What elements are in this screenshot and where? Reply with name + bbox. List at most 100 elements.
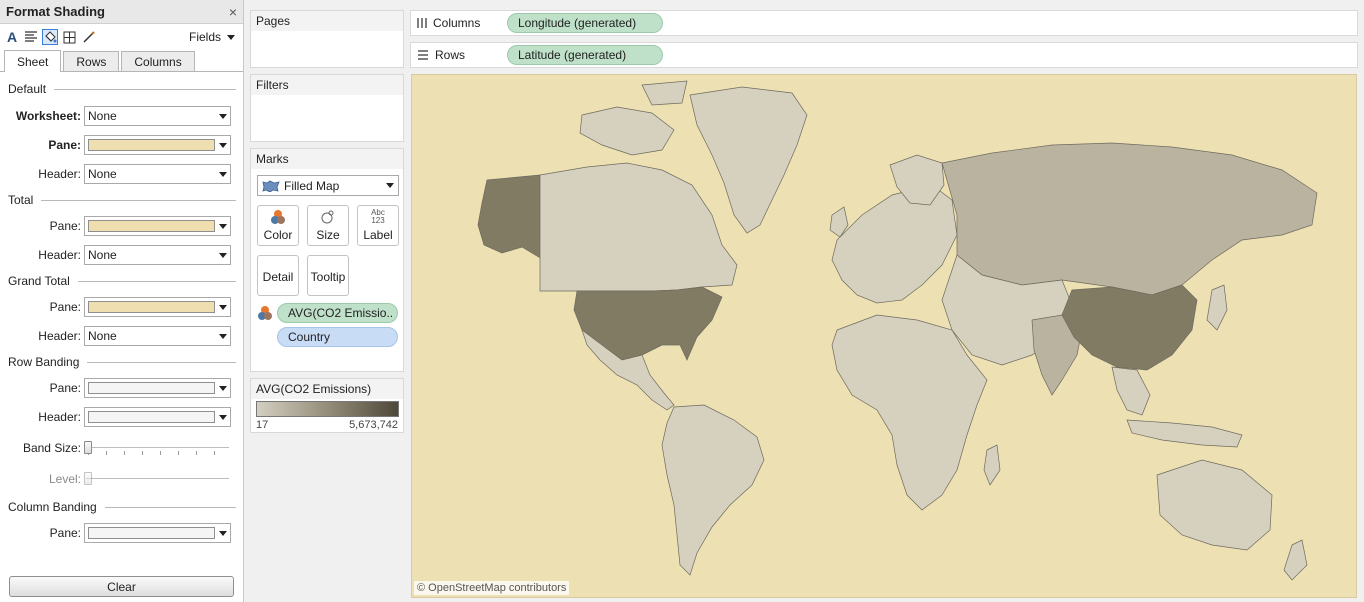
pages-shelf[interactable]: Pages <box>250 10 404 68</box>
row-band-size: Band Size: <box>0 437 244 459</box>
row-grand-header: Header: None <box>0 325 244 347</box>
map-region-china[interactable] <box>1061 284 1198 371</box>
header-label: Header: <box>38 167 81 181</box>
map-region-arctic-islands[interactable] <box>641 80 688 106</box>
band-size-label: Band Size: <box>22 441 81 455</box>
row-banding-pane-dropdown[interactable] <box>84 378 231 398</box>
chevron-down-icon <box>219 414 227 420</box>
label-button[interactable]: Abc 123 Label <box>357 205 399 246</box>
worksheet-dropdown[interactable]: None <box>84 106 231 126</box>
slider-handle[interactable] <box>84 441 92 454</box>
worksheet-value: None <box>88 109 117 123</box>
map-region-arctic-islands[interactable] <box>579 106 675 156</box>
alignment-format-icon[interactable] <box>23 29 39 45</box>
rows-shelf[interactable]: Rows Latitude (generated) <box>410 42 1358 68</box>
label-icon: Abc 123 <box>371 208 385 225</box>
chevron-down-icon <box>219 113 227 119</box>
columns-shelf[interactable]: Columns Longitude (generated) <box>410 10 1358 36</box>
tooltip-button[interactable]: Tooltip <box>307 255 349 296</box>
level-label: Level: <box>48 472 81 486</box>
tooltip-label: Tooltip <box>310 270 346 284</box>
filters-shelf[interactable]: Filters <box>250 74 404 142</box>
fields-dropdown[interactable]: Fields <box>189 30 239 44</box>
close-icon[interactable]: × <box>229 4 237 20</box>
map-region-europe[interactable] <box>831 184 958 304</box>
world-map[interactable] <box>412 75 1357 598</box>
section-column-banding-label: Column Banding <box>8 500 97 514</box>
total-header-dropdown[interactable]: None <box>84 245 231 265</box>
columns-icon <box>417 18 427 28</box>
map-view[interactable]: © OpenStreetMap contributors <box>411 74 1357 598</box>
filled-map-icon <box>262 180 280 192</box>
section-total-label: Total <box>8 193 34 207</box>
columns-label-text: Columns <box>433 16 481 30</box>
color-button[interactable]: Color <box>257 205 299 246</box>
row-banding-pane: Pane: <box>0 377 244 399</box>
color-encoding-icon <box>258 306 272 320</box>
level-slider <box>84 469 231 489</box>
row-column-banding-pane: Pane: <box>0 522 244 544</box>
header-value: None <box>88 248 117 262</box>
legend-max: 5,673,742 <box>349 419 398 431</box>
map-region-canada[interactable] <box>539 162 738 292</box>
row-level: Level: <box>0 468 244 490</box>
total-pane-color-dropdown[interactable] <box>84 216 231 236</box>
slider-track <box>86 478 229 479</box>
shading-format-icon[interactable] <box>42 29 58 45</box>
slider-handle <box>84 472 92 485</box>
header-label: Header: <box>38 410 81 424</box>
detail-field-pill[interactable]: Country <box>277 327 398 347</box>
default-header-dropdown[interactable]: None <box>84 164 231 184</box>
row-grand-pane: Pane: <box>0 296 244 318</box>
grand-total-pane-color-dropdown[interactable] <box>84 297 231 317</box>
lines-format-icon[interactable] <box>80 29 96 45</box>
panel-titlebar: Format Shading × <box>0 0 243 24</box>
map-region-new-zealand[interactable] <box>1283 539 1308 581</box>
section-default: Default <box>0 78 244 100</box>
latitude-pill[interactable]: Latitude (generated) <box>507 45 663 65</box>
map-region-japan[interactable] <box>1206 284 1228 331</box>
worksheet-label: Worksheet: <box>15 109 81 123</box>
row-banding-header-dropdown[interactable] <box>84 407 231 427</box>
longitude-pill[interactable]: Longitude (generated) <box>507 13 663 33</box>
map-region-madagascar[interactable] <box>983 444 1001 486</box>
tab-sheet[interactable]: Sheet <box>4 50 62 72</box>
borders-format-icon[interactable] <box>61 29 77 45</box>
map-region-australia[interactable] <box>1156 459 1273 551</box>
row-total-header: Header: None <box>0 244 244 266</box>
color-swatch <box>88 382 215 394</box>
map-region-russia[interactable] <box>941 142 1318 296</box>
section-row-banding-label: Row Banding <box>8 355 80 369</box>
color-swatch <box>88 301 215 313</box>
color-field-pill[interactable]: AVG(CO2 Emissio.. <box>277 303 398 323</box>
divider <box>87 361 236 363</box>
row-total-pane: Pane: <box>0 215 244 237</box>
legend-min: 17 <box>256 419 269 431</box>
color-swatch <box>88 220 215 232</box>
pane-label: Pane: <box>49 300 81 314</box>
map-region-south-america[interactable] <box>661 404 765 576</box>
marks-title: Marks <box>251 149 403 169</box>
section-row-banding: Row Banding <box>0 351 244 373</box>
map-region-indonesia[interactable] <box>1126 419 1243 448</box>
row-default-pane: Pane: <box>0 134 244 156</box>
filters-title: Filters <box>251 75 403 95</box>
detail-button[interactable]: Detail <box>257 255 299 296</box>
default-pane-color-dropdown[interactable] <box>84 135 231 155</box>
pages-title: Pages <box>251 11 403 31</box>
size-button[interactable]: Size <box>307 205 349 246</box>
chevron-down-icon <box>219 142 227 148</box>
column-banding-pane-dropdown[interactable] <box>84 523 231 543</box>
pane-label: Pane: <box>49 219 81 233</box>
band-size-slider[interactable] <box>84 438 231 458</box>
tab-columns[interactable]: Columns <box>121 51 195 71</box>
color-legend[interactable]: AVG(CO2 Emissions) 17 5,673,742 <box>250 378 404 433</box>
grand-total-header-dropdown[interactable]: None <box>84 326 231 346</box>
tab-rows[interactable]: Rows <box>63 51 120 71</box>
row-banding-header: Header: <box>0 406 244 428</box>
clear-button[interactable]: Clear <box>9 576 234 597</box>
pane-label: Pane: <box>49 381 81 395</box>
map-region-southeast-asia[interactable] <box>1111 366 1151 416</box>
mark-type-dropdown[interactable]: Filled Map <box>257 175 399 196</box>
font-format-icon[interactable]: A <box>4 29 20 45</box>
